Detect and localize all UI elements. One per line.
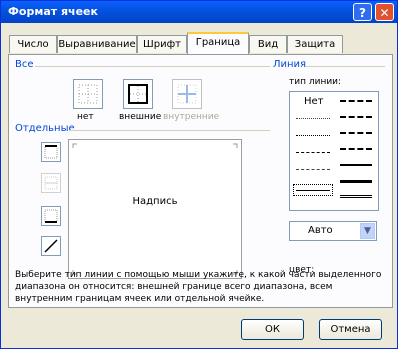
line-none-option[interactable]: Нет [304,96,324,107]
cancel-button[interactable]: Отмена [319,319,382,340]
line-style-list[interactable]: Нет [289,91,379,211]
line-color-value: Авто [308,225,333,236]
border-inside-horizontal-button[interactable] [41,173,61,193]
border-bottom-button[interactable] [41,206,61,226]
preset-inside-label: внутренние [163,112,220,122]
help-button[interactable]: ? [353,3,372,21]
line-hairline-option[interactable] [296,118,330,119]
tab-number[interactable]: Число [9,35,57,53]
line-divider [305,66,385,67]
diagonal-up-icon [44,239,58,253]
line-thin-solid-option[interactable] [293,184,333,196]
title-bar[interactable]: Формат ячеек ? ✕ [1,1,397,23]
line-dash-dot-option[interactable] [296,169,330,170]
line-medium-dash-dot-dot-option[interactable] [340,100,372,102]
ok-button[interactable]: ОК [241,319,304,340]
line-dotted-option[interactable] [296,135,330,136]
border-top-icon [44,145,58,159]
presets-divider [35,66,270,67]
preset-none-button[interactable] [73,79,103,109]
line-thin-solid-sample [296,190,330,191]
preview-text: Надпись [132,196,178,207]
line-group-label: Линия [273,59,307,70]
presets-group-label: Все [15,59,34,70]
line-thick-option[interactable] [340,180,372,183]
help-text: Выберите тип линии с помощью мыши укажит… [15,270,382,304]
line-color-select[interactable]: Авто ▼ [289,221,377,241]
border-diagonal-up-button[interactable] [41,236,61,256]
tab-fill[interactable]: Вид [249,35,287,53]
format-cells-dialog: Формат ячеек ? ✕ Число Выравнивание Шриф… [0,0,398,349]
close-button[interactable]: ✕ [375,3,394,21]
tab-border[interactable]: Граница [187,32,249,54]
border-none-icon [78,84,98,104]
line-dash-dot-dot-option[interactable] [296,152,330,153]
tab-protection[interactable]: Защита [287,35,343,53]
preset-none-label: нет [77,112,94,122]
preview-corner-marks [72,143,238,275]
borders-group-label: Отдельные [15,123,75,134]
line-slanted-dash-option[interactable] [340,116,372,118]
borders-divider [69,130,270,131]
window-title: Формат ячеек [8,5,98,18]
border-top-button[interactable] [41,142,61,162]
chevron-down-icon[interactable]: ▼ [360,223,375,239]
preset-outline-label: внешние [119,112,162,122]
line-style-label: тип линии: [289,77,342,87]
tab-font[interactable]: Шрифт [137,35,187,53]
line-double-option[interactable] [340,195,372,198]
border-bottom-icon [44,209,58,223]
line-medium-dashed-option[interactable] [340,148,372,150]
border-outline-icon [128,84,148,104]
border-inside-icon [177,84,197,104]
border-inside-horizontal-icon [44,176,58,190]
preset-inside-button[interactable] [172,79,202,109]
preset-outline-button[interactable] [123,79,153,109]
line-medium-dash-dot-option[interactable] [340,132,372,134]
tab-alignment[interactable]: Выравнивание [57,35,137,53]
line-medium-option[interactable] [340,164,372,166]
border-preview[interactable]: Надпись [68,139,242,279]
